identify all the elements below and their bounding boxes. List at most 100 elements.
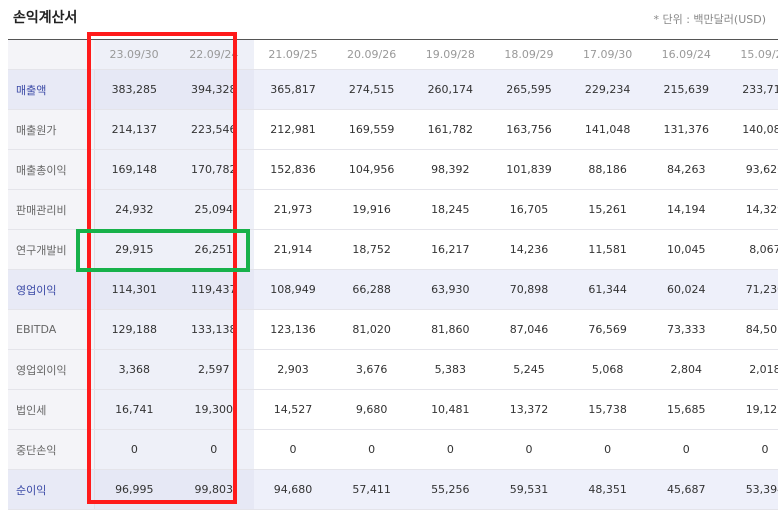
- table-row: 영업이익 114,301 119,437 108,949 66,288 63,930 70,…: [8, 269, 778, 310]
- table-body: 매출액 383,285 394,328 365,817 274,515 260,174 26…: [8, 69, 778, 510]
- row-label: 영업이익: [8, 269, 95, 310]
- table-cell-value: 265,595: [489, 69, 569, 110]
- table-cell-value: 11,581: [568, 229, 647, 270]
- table-cell-value: 365,817: [253, 69, 333, 110]
- table-cell-value: 383,285: [94, 69, 174, 110]
- column-header-period: 21.09/25: [253, 40, 333, 70]
- table-cell-value: 60,024: [646, 269, 726, 310]
- table-row: 연구개발비 29,915 26,251 21,914 18,752 16,217 14,23…: [8, 229, 778, 270]
- table-cell-value: 24,932: [94, 189, 174, 230]
- table-cell-value: 19,916: [332, 189, 411, 230]
- table-cell-value: 10,481: [410, 389, 490, 430]
- table-cell-value: 141,048: [568, 109, 647, 150]
- table-cell-value: 133,138: [173, 309, 254, 350]
- table-cell-value: 169,559: [332, 109, 411, 150]
- table-cell-value: 21,973: [253, 189, 333, 230]
- table-cell-value: 88,186: [568, 149, 647, 190]
- table-cell-value: 66,288: [332, 269, 411, 310]
- column-header-period: 17.09/30: [568, 40, 647, 70]
- table-cell-value: 223,546: [173, 109, 254, 150]
- table-cell-value: 87,046: [489, 309, 569, 350]
- table-cell-value: 0: [173, 429, 254, 470]
- row-label: 판매관리비: [8, 189, 95, 230]
- table-cell-value: 16,705: [489, 189, 569, 230]
- row-label: 매출총이익: [8, 149, 95, 190]
- table-cell-value: 0: [725, 429, 778, 470]
- column-header-period: 20.09/26: [332, 40, 411, 70]
- table-cell-value: 19,121: [725, 389, 778, 430]
- table-cell-value: 98,392: [410, 149, 490, 190]
- table-cell-value: 16,741: [94, 389, 174, 430]
- table-cell-value: 169,148: [94, 149, 174, 190]
- table-cell-value: 0: [332, 429, 411, 470]
- table-cell-value: 94,680: [253, 469, 333, 510]
- table-cell-value: 212,981: [253, 109, 333, 150]
- table-cell-value: 233,715: [725, 69, 778, 110]
- table-cell-value: 119,437: [173, 269, 254, 310]
- table-cell-value: 5,245: [489, 349, 569, 390]
- table-cell-value: 48,351: [568, 469, 647, 510]
- table-cell-value: 129,188: [94, 309, 174, 350]
- table-row: 판매관리비 24,932 25,094 21,973 19,916 18,245 16,70…: [8, 189, 778, 230]
- column-header-period: 22.09/24: [173, 40, 254, 70]
- row-label: 매출원가: [8, 109, 95, 150]
- table-cell-value: 59,531: [489, 469, 569, 510]
- table-cell-value: 114,301: [94, 269, 174, 310]
- row-label: 법인세: [8, 389, 95, 430]
- table-cell-value: 5,383: [410, 349, 490, 390]
- table-cell-value: 14,527: [253, 389, 333, 430]
- table-cell-value: 81,860: [410, 309, 490, 350]
- table-cell-value: 15,738: [568, 389, 647, 430]
- table-row: 법인세 16,741 19,300 14,527 9,680 10,481 13,372 15…: [8, 389, 778, 430]
- income-statement-table-container[interactable]: 23.09/30 22.09/24 21.09/25 20.09/26 19.09/28…: [8, 39, 778, 510]
- table-cell-value: 29,915: [94, 229, 174, 270]
- row-label: 중단손익: [8, 429, 95, 470]
- table-cell-value: 26,251: [173, 229, 254, 270]
- table-cell-value: 19,300: [173, 389, 254, 430]
- table-row: 매출총이익 169,148 170,782 152,836 104,956 98,392 1…: [8, 149, 778, 190]
- table-cell-value: 274,515: [332, 69, 411, 110]
- page-title: 손익계산서: [13, 10, 78, 26]
- column-header-period: 23.09/30: [94, 40, 174, 70]
- table-cell-value: 123,136: [253, 309, 333, 350]
- row-label: 매출액: [8, 69, 95, 110]
- column-header-period: 18.09/29: [489, 40, 569, 70]
- table-cell-value: 61,344: [568, 269, 647, 310]
- table-cell-value: 25,094: [173, 189, 254, 230]
- table-cell-value: 101,839: [489, 149, 569, 190]
- table-row: 중단손익 0 0 0 0 0 0 0 0 0: [8, 429, 778, 470]
- table-cell-value: 71,230: [725, 269, 778, 310]
- table-cell-value: 2,597: [173, 349, 254, 390]
- table-cell-value: 53,394: [725, 469, 778, 510]
- table-cell-value: 9,680: [332, 389, 411, 430]
- table-cell-value: 170,782: [173, 149, 254, 190]
- table-cell-value: 0: [94, 429, 174, 470]
- table-cell-value: 131,376: [646, 109, 726, 150]
- table-cell-value: 70,898: [489, 269, 569, 310]
- table-cell-value: 14,194: [646, 189, 726, 230]
- table-cell-value: 0: [410, 429, 490, 470]
- table-cell-value: 108,949: [253, 269, 333, 310]
- header-row: 23.09/30 22.09/24 21.09/25 20.09/26 19.09/28…: [8, 40, 778, 70]
- table-cell-value: 99,803: [173, 469, 254, 510]
- table-cell-value: 14,236: [489, 229, 569, 270]
- table-cell-value: 215,639: [646, 69, 726, 110]
- table-row: EBITDA 129,188 133,138 123,136 81,020 81,860 8…: [8, 309, 778, 350]
- table-cell-value: 73,333: [646, 309, 726, 350]
- table-cell-value: 2,804: [646, 349, 726, 390]
- table-cell-value: 140,089: [725, 109, 778, 150]
- table-cell-value: 16,217: [410, 229, 490, 270]
- income-statement-table: 23.09/30 22.09/24 21.09/25 20.09/26 19.09/28…: [8, 40, 778, 510]
- row-label: 연구개발비: [8, 229, 95, 270]
- row-label: EBITDA: [8, 309, 95, 350]
- table-cell-value: 104,956: [332, 149, 411, 190]
- table-cell-value: 161,782: [410, 109, 490, 150]
- table-cell-value: 10,045: [646, 229, 726, 270]
- table-cell-value: 63,930: [410, 269, 490, 310]
- column-header-period: 19.09/28: [410, 40, 490, 70]
- table-cell-value: 15,261: [568, 189, 647, 230]
- table-cell-value: 15,685: [646, 389, 726, 430]
- table-cell-value: 3,676: [332, 349, 411, 390]
- table-cell-value: 5,068: [568, 349, 647, 390]
- table-cell-value: 2,903: [253, 349, 333, 390]
